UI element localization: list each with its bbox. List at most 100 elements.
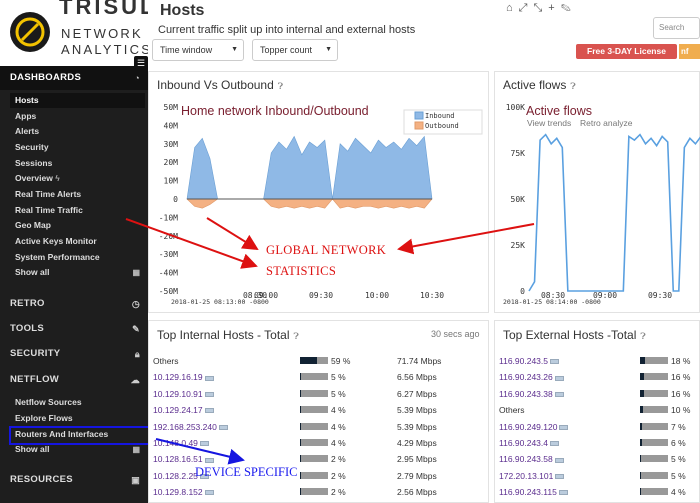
table-row[interactable]: 172.20.13.101 5 % (499, 468, 697, 484)
host-tag-icon[interactable] (204, 490, 214, 496)
host-tag-icon[interactable] (204, 457, 214, 463)
sidebar-section-netflow[interactable]: NETFLOW ☁ (0, 368, 148, 392)
home-icon[interactable]: ⌂ (506, 2, 519, 14)
active-flows-panel: Active flows ❓︎ View trends Retro analyze… (494, 71, 700, 313)
host-name[interactable]: 10.129.16.19 (153, 372, 203, 382)
host-name[interactable]: 10.148.0.49 (153, 438, 198, 448)
table-row[interactable]: 10.148.0.49 4 % 4.29 Mbps (153, 435, 483, 451)
percent-value: 18 % (671, 356, 691, 366)
panel-title: Top External Hosts -Total ❓︎ (503, 328, 646, 342)
host-tag-icon[interactable] (204, 408, 214, 414)
table-row[interactable]: Others 59 % 71.74 Mbps (153, 353, 483, 369)
host-name[interactable]: 116.90.243.58 (499, 454, 553, 464)
host-tag-icon[interactable] (558, 490, 568, 496)
sidebar-section-tools[interactable]: TOOLS ✎ (0, 317, 148, 341)
edit-icon[interactable]: ✎ (561, 2, 577, 14)
percent-bar-fill (640, 357, 646, 364)
host-name[interactable]: 116.90.243.38 (499, 389, 553, 399)
host-tag-icon[interactable] (555, 474, 565, 480)
host-name[interactable]: 116.90.243.4 (499, 438, 548, 448)
table-row[interactable]: 116.90.243.4 6 % (499, 435, 697, 451)
host-name[interactable]: 116.90.243.5 (499, 356, 548, 366)
sidebar-item-explore-flows[interactable]: Explore Flows (10, 411, 145, 426)
rate-value: 71.74 Mbps (397, 356, 442, 366)
table-row[interactable]: 10.129.16.19 5 % 6.56 Mbps (153, 369, 483, 385)
license-badge-secondary[interactable]: nf (679, 44, 700, 59)
shrink-icon[interactable]: ⤡ (533, 2, 548, 14)
sidebar-section-dashboards[interactable]: DASHBOARDS ◔ (0, 66, 148, 90)
topper-count-select[interactable]: Topper count ▼ (252, 39, 338, 61)
percent-value: 4 % (331, 421, 346, 432)
toolbar-icons: ⌂⤢⤡+✎ (506, 2, 577, 15)
sidebar-section-security[interactable]: SECURITY 🔒︎ (0, 342, 148, 366)
table-row[interactable]: 116.90.243.115 4 % (499, 484, 697, 500)
sidebar-item-real-time-traffic[interactable]: Real Time Traffic (10, 203, 145, 218)
host-tag-icon[interactable] (204, 392, 214, 398)
series-outbound (186, 198, 433, 209)
table-row[interactable]: 116.90.243.26 16 % (499, 369, 697, 385)
license-badge[interactable]: Free 3-DAY License (576, 44, 677, 59)
rate-value: 5.39 Mbps (397, 421, 437, 432)
percent-bar-fill (640, 488, 642, 496)
search-input[interactable]: Search (653, 17, 700, 39)
percent-value: 5 % (671, 454, 686, 465)
series-inbound (186, 135, 433, 200)
host-tag-icon[interactable] (559, 424, 569, 430)
sidebar-item-active-keys-monitor[interactable]: Active Keys Monitor (10, 234, 145, 249)
sidebar-section-resources[interactable]: RESOURCES ▣ (0, 468, 148, 492)
table-row[interactable]: 10.129.10.91 5 % 6.27 Mbps (153, 386, 483, 402)
sidebar-item-overview[interactable]: Overview ϟ (10, 171, 145, 186)
caret-down-icon: ▼ (231, 46, 238, 53)
host-name[interactable]: 172.20.13.101 (499, 471, 553, 481)
table-row[interactable]: 116.90.243.5 18 % (499, 353, 697, 369)
host-tag-icon[interactable] (550, 359, 559, 365)
sidebar-item-netflow-sources[interactable]: Netflow Sources (10, 395, 145, 410)
sidebar-item-system-performance[interactable]: System Performance (10, 250, 145, 265)
help-icon[interactable]: ❓︎ (640, 331, 645, 341)
sidebar-item-security[interactable]: Security (10, 140, 145, 155)
host-name[interactable]: 116.90.249.120 (499, 422, 557, 432)
time-window-select[interactable]: Time window ▼ (152, 39, 244, 61)
sidebar-item-show-all[interactable]: Show all ▦ (10, 265, 145, 280)
host-name[interactable]: 192.168.253.240 (153, 422, 217, 432)
host-tag-icon[interactable] (199, 441, 209, 447)
table-row[interactable]: 116.90.249.120 7 % (499, 419, 697, 435)
help-icon[interactable]: ❓︎ (294, 331, 299, 341)
percent-value: 7 % (671, 421, 686, 432)
y-tick-label: 75K (511, 149, 526, 158)
host-tag-icon[interactable] (218, 424, 228, 430)
host-name[interactable]: 116.90.243.115 (499, 487, 557, 497)
table-row[interactable]: 192.168.253.240 4 % 5.39 Mbps (153, 419, 483, 435)
sidebar-item-alerts[interactable]: Alerts (10, 124, 145, 139)
host-tag-icon[interactable] (550, 441, 559, 447)
host-tag-icon[interactable] (554, 457, 564, 463)
host-name[interactable]: 10.128.2.25 (153, 471, 198, 481)
table-row[interactable]: 10.129.24.17 4 % 5.39 Mbps (153, 402, 483, 418)
host-name[interactable]: 10.128.16.51 (153, 454, 203, 464)
expand-icon[interactable]: ⤢ (519, 2, 534, 14)
y-tick-label: -10M (159, 213, 178, 222)
sidebar-item-apps[interactable]: Apps (10, 109, 145, 124)
host-name[interactable]: 10.129.8.152 (153, 487, 203, 497)
sidebar-item-hosts[interactable]: Hosts (10, 93, 145, 108)
page-title: Hosts (160, 2, 205, 19)
percent-bar-fill (300, 488, 301, 496)
table-row[interactable]: 116.90.243.38 16 % (499, 386, 697, 402)
table-row[interactable]: 116.90.243.58 5 % (499, 451, 697, 467)
sidebar-item-geo-map[interactable]: Geo Map (10, 218, 145, 233)
host-name[interactable]: 10.129.10.91 (153, 389, 203, 399)
host-tag-icon[interactable] (554, 392, 564, 398)
sidebar-item-sessions[interactable]: Sessions (10, 156, 145, 171)
annotation-device-specific: DEVICE SPECIFIC (195, 465, 298, 479)
host-tag-icon[interactable] (204, 375, 214, 381)
table-row[interactable]: Others 10 % (499, 402, 697, 418)
host-name[interactable]: 116.90.243.26 (499, 372, 553, 382)
host-tag-icon[interactable] (554, 375, 564, 381)
add-icon[interactable]: + (548, 2, 560, 14)
sidebar-section-retro[interactable]: RETRO ◷ (0, 292, 148, 316)
sidebar-item-real-time-alerts[interactable]: Real Time Alerts (10, 187, 145, 202)
table-row[interactable]: 10.129.8.152 2 % 2.56 Mbps (153, 484, 483, 500)
legend-label-inbound: Inbound (425, 112, 455, 120)
rate-value: 2.95 Mbps (397, 454, 437, 465)
host-name[interactable]: 10.129.24.17 (153, 405, 203, 415)
